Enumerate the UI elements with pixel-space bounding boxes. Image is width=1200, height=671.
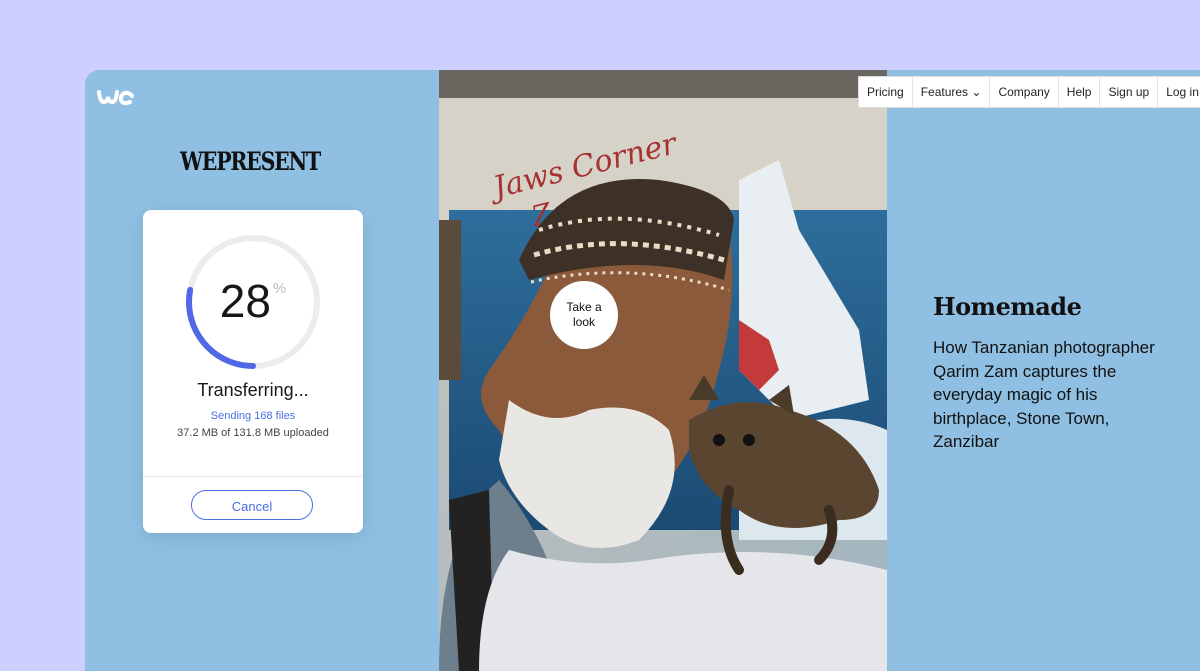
nav-pricing[interactable]: Pricing <box>859 77 913 107</box>
percent-sign: % <box>272 280 287 297</box>
take-a-look-button[interactable]: Take a look <box>550 281 618 349</box>
nav-company[interactable]: Company <box>990 77 1059 107</box>
wetransfer-logo[interactable] <box>97 88 137 108</box>
article-title[interactable]: Homemade <box>933 292 1082 321</box>
progress-percent: 28% <box>143 274 363 328</box>
nav-help[interactable]: Help <box>1059 77 1101 107</box>
nav-log-in[interactable]: Log in <box>1158 77 1200 107</box>
wepresent-wordmark[interactable]: WEPRESENT <box>180 147 321 176</box>
card-divider <box>143 476 363 477</box>
top-nav: Pricing Features ⌄ Company Help Sign up … <box>858 76 1200 108</box>
article-description: How Tanzanian photographer Qarim Zam cap… <box>933 338 1155 451</box>
browser-window: WEPRESENT 28% Transferring... Sending 16… <box>85 70 1200 671</box>
take-a-look-label: Take a look <box>566 300 602 329</box>
upload-size: 37.2 MB of 131.8 MB uploaded <box>177 427 329 439</box>
nav-sign-up[interactable]: Sign up <box>1100 77 1159 107</box>
cancel-button[interactable]: Cancel <box>191 490 313 520</box>
sending-files-link[interactable]: Sending 168 files <box>143 410 363 422</box>
nav-features[interactable]: Features ⌄ <box>913 77 991 107</box>
transfer-status: Transferring... <box>197 380 309 400</box>
white-shirt <box>479 550 887 671</box>
transfer-card: 28% Transferring... Sending 168 files 37… <box>143 210 363 533</box>
percent-value: 28 <box>219 275 271 327</box>
hero-photo[interactable]: Jaws Corner Zanzibar <box>439 70 887 671</box>
